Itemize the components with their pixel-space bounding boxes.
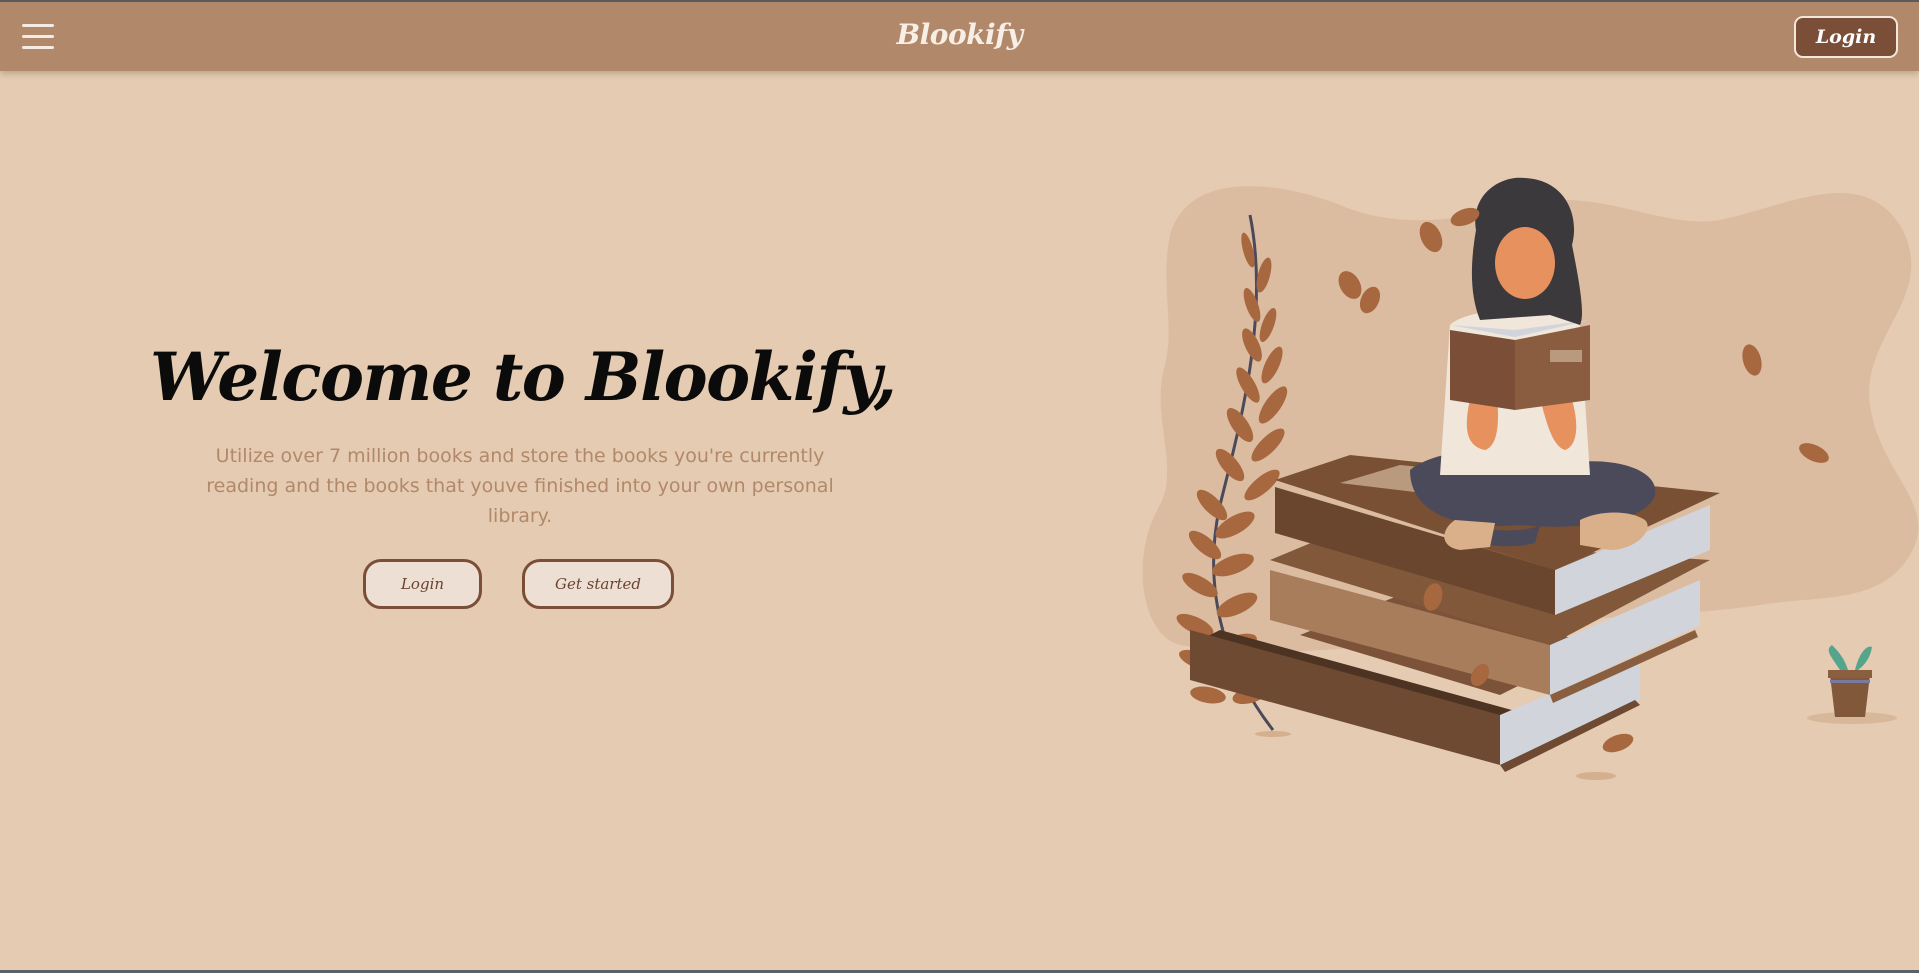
reading-woman-illustration (1142, 177, 1919, 780)
get-started-button[interactable]: Get started (522, 559, 674, 609)
hero-title: Welcome to Blookify, (150, 338, 897, 416)
hero-subtitle: Utilize over 7 million books and store t… (206, 445, 834, 527)
header-login-button[interactable]: Login (1794, 16, 1898, 58)
top-navigation-bar: Blookify Login (0, 0, 1919, 71)
brand-logo[interactable]: Blookify (0, 18, 1919, 51)
hero-login-button[interactable]: Login (363, 559, 482, 609)
